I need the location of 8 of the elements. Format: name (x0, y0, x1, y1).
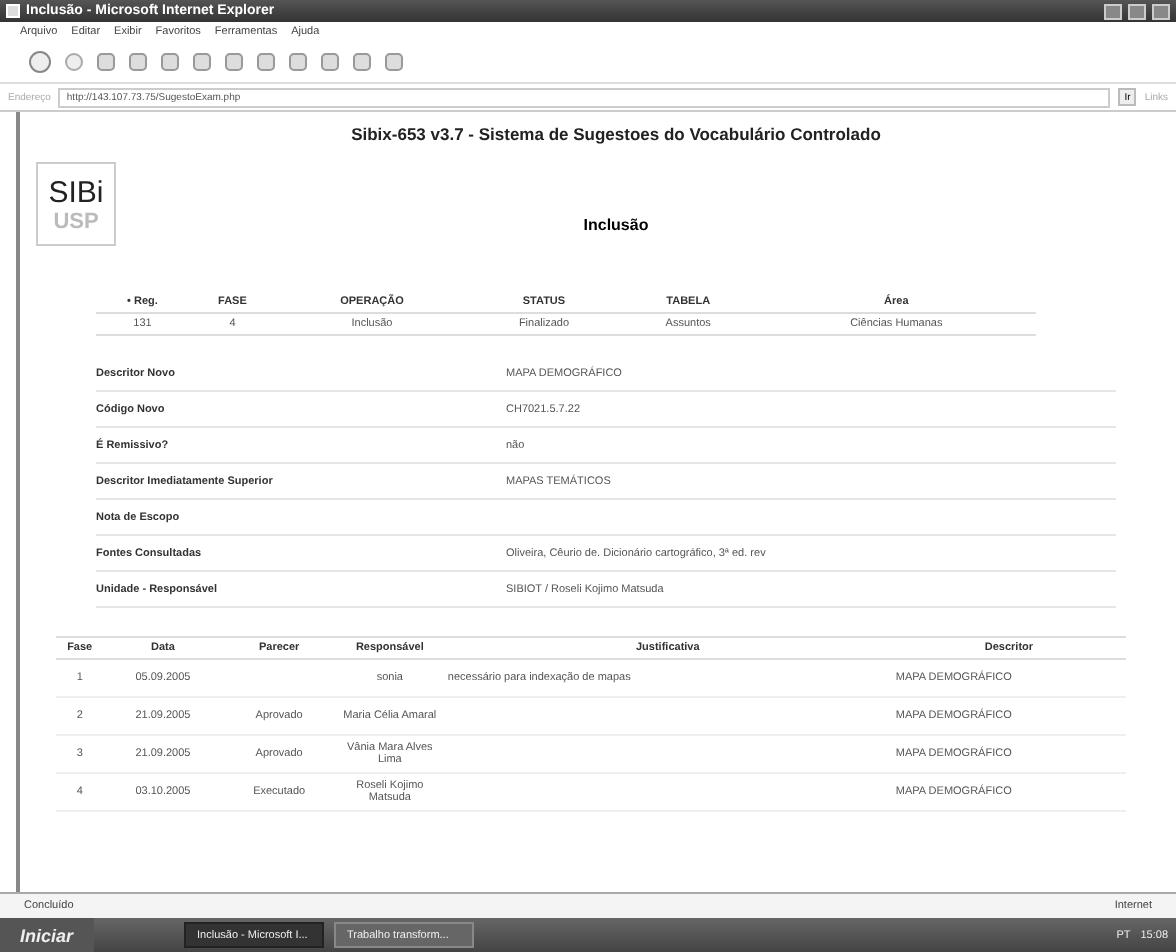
page-heading: Sibix-653 v3.7 - Sistema de Sugestoes do Vocabulário Controlado (349, 124, 883, 144)
close-button[interactable] (1152, 3, 1170, 19)
start-button[interactable]: Iniciar (0, 918, 94, 952)
maximize-button[interactable] (1128, 3, 1146, 19)
page-title: Inclusão (581, 213, 651, 233)
minimize-button[interactable] (1104, 3, 1122, 19)
page-icon (6, 4, 20, 18)
logo: SIBi USP (36, 162, 116, 246)
